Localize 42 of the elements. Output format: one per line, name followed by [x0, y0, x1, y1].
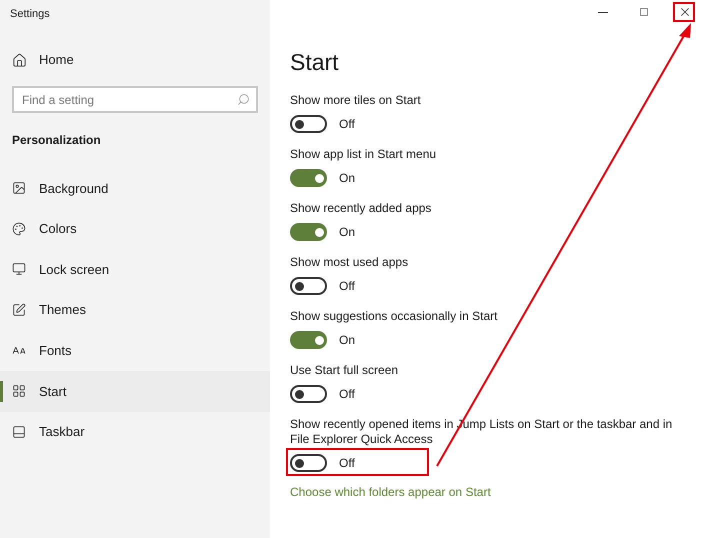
maximize-icon	[638, 7, 648, 17]
sidebar-item[interactable]: Themes	[0, 290, 270, 330]
setting-label: Show suggestions occasionally in Start	[290, 309, 498, 324]
toggle-status: Off	[339, 386, 355, 403]
toggle-switch[interactable]	[290, 223, 327, 241]
toggle-status: Off	[339, 278, 355, 295]
sidebar-item[interactable]: Taskbar	[0, 412, 270, 452]
toggle-status: On	[339, 224, 356, 241]
setting-label: Show recently added apps	[290, 201, 432, 216]
toggle-switch[interactable]	[290, 277, 327, 295]
toggle-switch[interactable]	[290, 331, 327, 349]
sidebar-item[interactable]: Start	[0, 370, 270, 412]
sidebar-item[interactable]: Fonts	[0, 330, 270, 371]
sidebar-item[interactable]: Colors	[0, 208, 270, 250]
image-icon	[12, 181, 26, 196]
toggle-switch[interactable]	[290, 115, 327, 133]
sidebar-item[interactable]: Background	[0, 168, 270, 209]
grid-icon	[12, 384, 26, 398]
toggle-status: On	[339, 332, 356, 349]
toggle-status: On	[339, 170, 356, 187]
setting-label: Show most used apps	[290, 255, 410, 270]
section-heading: Personalization	[11, 132, 102, 149]
toggle-switch[interactable]	[290, 169, 327, 187]
sidebar-item[interactable]: Lock screen	[0, 249, 270, 290]
panel-icon	[12, 424, 26, 439]
monitor-icon	[12, 262, 26, 276]
setting-label: Show app list in Start menu	[290, 147, 438, 162]
toggle-status: Off	[339, 116, 355, 133]
search-icon	[237, 93, 250, 106]
window-title: Settings	[9, 7, 51, 22]
pencil-square-icon	[12, 303, 26, 318]
toggle-switch[interactable]	[290, 454, 327, 472]
toggle-status: Off	[339, 455, 355, 472]
toggle-switch[interactable]	[290, 385, 327, 403]
setting-label: Use Start full screen	[290, 363, 400, 378]
folders-link[interactable]: Choose which folders appear on Start	[290, 483, 685, 501]
setting-label: Show more tiles on Start	[290, 93, 422, 108]
sidebar-item[interactable]: Home	[0, 48, 270, 72]
page-title: Start	[290, 48, 340, 77]
palette-icon	[12, 222, 26, 236]
home-icon	[12, 52, 27, 68]
search-field[interactable]: Find a setting	[12, 86, 258, 113]
